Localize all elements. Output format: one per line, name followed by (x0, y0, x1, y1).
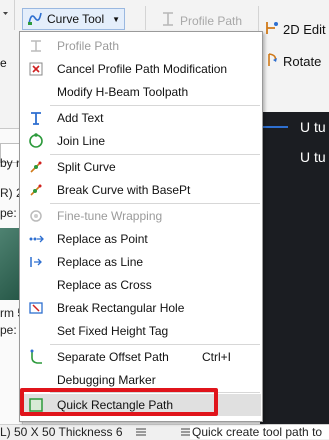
curve-tool-menu: Profile Path Cancel Profile Path Modific… (19, 31, 263, 422)
2d-edit-label: 2D Edit (283, 22, 326, 37)
ribbon-left-edge (0, 0, 15, 30)
menu-item-label: Split Curve (57, 160, 116, 174)
break-curve-icon (28, 182, 44, 198)
replace-point-icon (28, 231, 44, 247)
ribbon-divider (145, 6, 146, 30)
curve-tool-icon (27, 10, 43, 29)
curve-tool-label: Curve Tool (47, 12, 105, 26)
text-icon (28, 110, 44, 126)
separate-offset-icon (28, 349, 44, 365)
menu-item-label: Modify H-Beam Toolpath (57, 85, 189, 99)
canvas-text: U tu (300, 119, 326, 135)
menu-item-replace-as-cross[interactable]: Replace as Cross (21, 274, 261, 296)
profile-path-label: Profile Path (180, 13, 243, 28)
left-panel-text: pe: (0, 323, 17, 337)
menu-item-label: Replace as Point (57, 232, 148, 246)
menu-separator (50, 105, 260, 106)
highlight-annotation-box (20, 388, 218, 416)
menu-item-label: Break Rectangular Hole (57, 301, 185, 315)
canvas-text: U tu (300, 149, 326, 165)
menu-item-fine-tune-wrapping[interactable]: Fine-tune Wrapping (21, 205, 261, 227)
shortcut-label: Ctrl+I (201, 350, 231, 364)
menu-item-label: Profile Path (57, 39, 120, 53)
menu-item-profile-path[interactable]: Profile Path (21, 35, 261, 57)
menu-item-label: Cancel Profile Path Modification (57, 62, 228, 76)
fine-tune-icon (28, 208, 44, 224)
menu-separator (50, 344, 260, 345)
rotate-icon (265, 52, 279, 71)
menu-item-break-curve-with-basept[interactable]: Break Curve with BasePt (21, 179, 261, 201)
curve-tool-button[interactable]: Curve Tool ▼ (22, 8, 126, 30)
menu-item-label: Add Text (57, 111, 104, 125)
2d-edit-button[interactable]: 2D Edit (265, 20, 326, 39)
menu-item-label: Separate Offset Path (57, 350, 169, 364)
replace-line-icon (28, 254, 44, 270)
cancel-modification-icon (28, 61, 44, 77)
menu-item-split-curve[interactable]: Split Curve (21, 156, 261, 178)
left-panel-text: pe: (0, 206, 17, 220)
menu-separator (50, 154, 260, 155)
menu-item-label: Join Line (57, 134, 106, 148)
menu-item-separate-offset-path[interactable]: Separate Offset Path Ctrl+I (21, 346, 261, 368)
canvas-marker (262, 126, 288, 128)
profile-path-button[interactable]: Profile Path (160, 11, 242, 30)
menu-item-replace-as-point[interactable]: Replace as Point (21, 228, 261, 250)
menu-item-replace-as-line[interactable]: Replace as Line (21, 251, 261, 273)
rotate-label: Rotate (283, 54, 322, 69)
chevron-down-icon: ▼ (112, 14, 121, 24)
menu-separator (50, 203, 260, 204)
profile-path-icon (28, 38, 44, 54)
2d-edit-icon (265, 20, 279, 39)
menu-item-cancel-profile-path-modification[interactable]: Cancel Profile Path Modification (21, 58, 261, 80)
menu-item-label: Debugging Marker (57, 373, 156, 387)
profile-path-icon (160, 11, 176, 30)
split-curve-icon (28, 159, 44, 175)
rotate-button[interactable]: Rotate (265, 52, 321, 71)
menu-item-set-fixed-height-tag[interactable]: Set Fixed Height Tag (21, 320, 261, 342)
menu-item-modify-h-beam-toolpath[interactable]: Modify H-Beam Toolpath (21, 81, 261, 103)
menu-item-add-text[interactable]: Add Text (21, 107, 261, 129)
join-line-icon (28, 133, 44, 149)
dropdown-arrow-icon[interactable] (0, 0, 14, 30)
menu-item-label: Replace as Line (57, 255, 144, 269)
menu-item-label: Set Fixed Height Tag (57, 324, 169, 338)
menu-item-label: Fine-tune Wrapping (57, 209, 163, 223)
menu-item-label: Replace as Cross (57, 278, 152, 292)
ribbon-left-fragment: e (0, 56, 7, 70)
menu-item-break-rectangular-hole[interactable]: Break Rectangular Hole (21, 297, 261, 319)
menu-item-join-line[interactable]: Join Line (21, 130, 261, 152)
list-icon (135, 426, 147, 440)
break-rect-hole-icon (28, 300, 44, 316)
menu-item-label: Break Curve with BasePt (57, 183, 191, 197)
